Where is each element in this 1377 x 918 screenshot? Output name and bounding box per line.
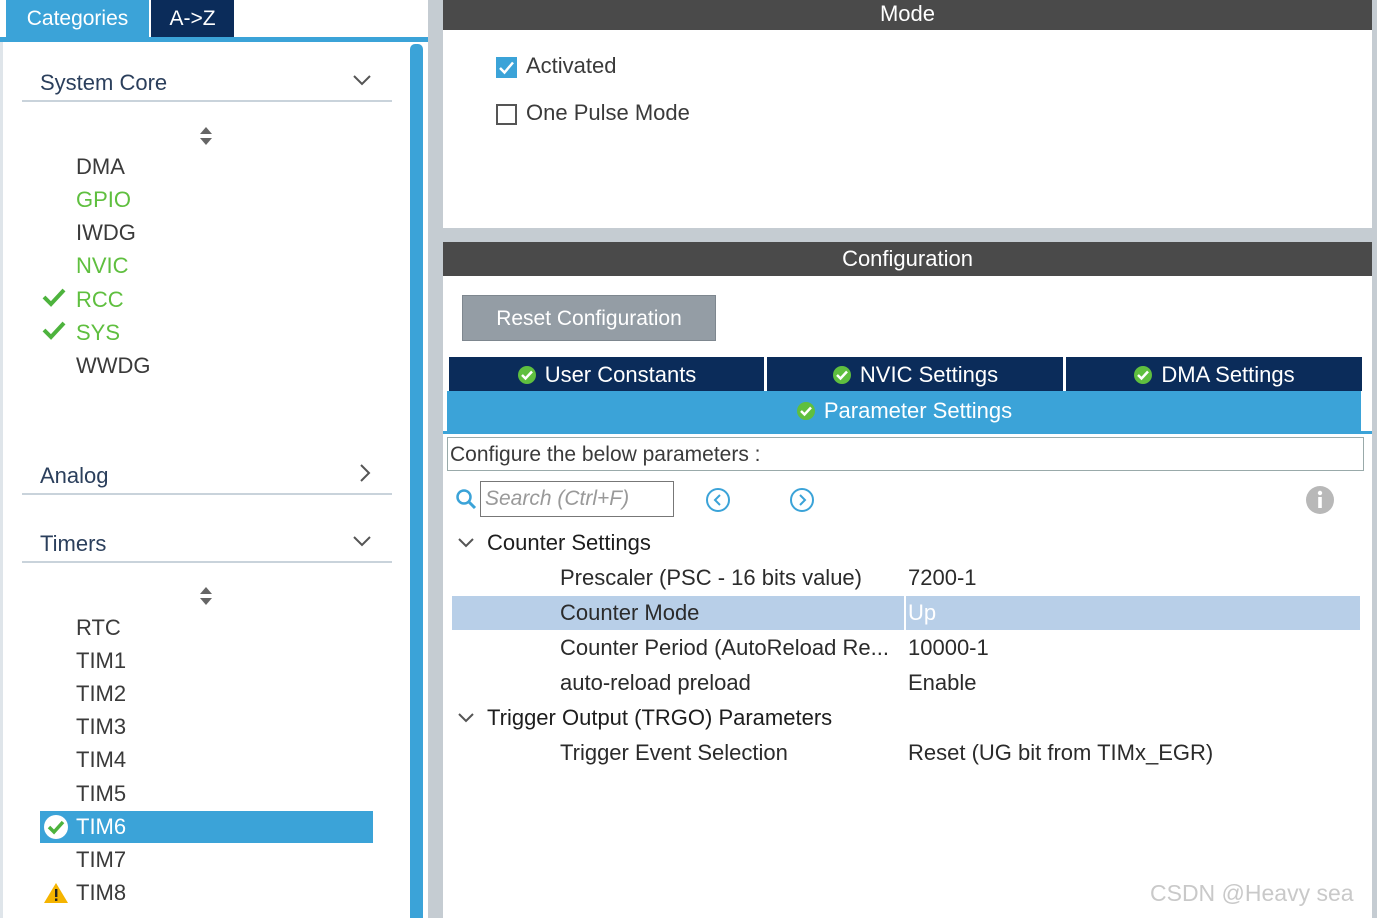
list-item-nvic[interactable]: NVIC (76, 251, 129, 281)
tab-label: Parameter Settings (823, 398, 1013, 423)
list-item-tim4[interactable]: TIM4 (76, 745, 126, 775)
activated-label: Activated (526, 53, 617, 78)
tab-categories[interactable]: Categories (6, 0, 149, 37)
warning-icon (43, 881, 69, 905)
check-circle-icon (517, 366, 536, 384)
param-value[interactable]: Up (908, 596, 936, 630)
panel-border (0, 42, 3, 918)
group-label: Counter Settings (487, 530, 651, 555)
list-item-iwdg[interactable]: IWDG (76, 218, 136, 248)
param-value[interactable]: Enable (908, 666, 977, 700)
tab-user-constants[interactable]: User Constants (449, 357, 764, 391)
tab-label: NVIC Settings (859, 362, 999, 387)
tab-dma-settings[interactable]: DMA Settings (1066, 357, 1362, 391)
param-row[interactable]: Prescaler (PSC - 16 bits value) 7200-1 (452, 561, 1360, 595)
column-divider (904, 596, 906, 630)
check-circle-icon (1134, 366, 1153, 384)
section-system-core[interactable]: System Core (22, 68, 392, 102)
check-circle-icon (796, 402, 815, 420)
check-icon (42, 287, 66, 317)
section-label: Timers (40, 531, 107, 556)
list-item-rcc[interactable]: RCC (76, 285, 124, 315)
chevron-down-icon (458, 713, 474, 723)
param-row[interactable]: Trigger Event Selection Reset (UG bit fr… (452, 736, 1360, 770)
mode-header: Mode (443, 0, 1372, 30)
scrollbar[interactable] (410, 44, 423, 918)
list-item-tim1[interactable]: TIM1 (76, 646, 126, 676)
param-name: Counter Mode (560, 600, 700, 625)
sort-icon[interactable] (196, 586, 216, 607)
list-item-gpio[interactable]: GPIO (76, 185, 131, 215)
next-icon[interactable] (789, 487, 815, 513)
param-name: auto-reload preload (560, 670, 751, 695)
param-row-selected[interactable]: Counter Mode Up (452, 596, 1360, 630)
search-icon (455, 488, 477, 510)
sort-icon[interactable] (196, 126, 216, 147)
list-item-tim3[interactable]: TIM3 (76, 712, 126, 742)
param-value[interactable]: 7200-1 (908, 561, 977, 595)
section-timers[interactable]: Timers (22, 529, 392, 563)
section-label: Analog (40, 463, 109, 488)
description-text: Configure the below parameters : (447, 437, 1364, 471)
check-circle-icon (42, 813, 70, 841)
list-item-rtc[interactable]: RTC (76, 613, 121, 643)
param-row[interactable]: auto-reload preload Enable (452, 666, 1360, 700)
tab-a-z[interactable]: A->Z (151, 0, 234, 37)
param-name: Counter Period (AutoReload Re... (560, 635, 889, 660)
splitter[interactable] (443, 228, 1372, 242)
chevron-down-icon (352, 70, 372, 93)
search-input[interactable]: Search (Ctrl+F) (480, 481, 674, 517)
param-value[interactable]: 10000-1 (908, 631, 989, 665)
activated-checkbox[interactable] (496, 57, 517, 78)
tab-label: DMA Settings (1161, 362, 1295, 387)
param-name: Prescaler (PSC - 16 bits value) (560, 565, 862, 590)
panel-edge (1372, 0, 1377, 918)
param-row[interactable]: Counter Period (AutoReload Re... 10000-1 (452, 631, 1360, 665)
param-name: Trigger Event Selection (560, 740, 788, 765)
categories-panel: Categories A->Z System Core DMA GPIO IWD… (0, 0, 428, 918)
tab-underline (0, 37, 428, 42)
list-item-tim8[interactable]: TIM8 (76, 878, 126, 908)
list-item-dma[interactable]: DMA (76, 152, 125, 182)
panel-divider[interactable] (428, 0, 443, 918)
chevron-right-icon (358, 463, 372, 489)
check-icon (42, 320, 66, 350)
tab-label: User Constants (544, 362, 697, 387)
configuration-header: Configuration (443, 242, 1372, 276)
check-circle-icon (832, 366, 851, 384)
section-label: System Core (40, 70, 168, 95)
tab-underline (443, 431, 1372, 434)
chevron-down-icon (458, 538, 474, 548)
info-icon[interactable] (1305, 485, 1335, 515)
tab-nvic-settings[interactable]: NVIC Settings (767, 357, 1063, 391)
group-label: Trigger Output (TRGO) Parameters (487, 705, 833, 730)
list-item-tim2[interactable]: TIM2 (76, 679, 126, 709)
list-item-wwdg[interactable]: WWDG (76, 351, 151, 381)
reset-configuration-button[interactable]: Reset Configuration (462, 295, 716, 341)
list-item-sys[interactable]: SYS (76, 318, 120, 348)
one-pulse-mode-label: One Pulse Mode (526, 100, 690, 125)
chevron-down-icon (352, 531, 372, 554)
list-item-tim6[interactable]: TIM6 (76, 812, 126, 842)
tab-parameter-settings[interactable]: Parameter Settings (447, 391, 1361, 431)
previous-icon[interactable] (705, 487, 731, 513)
one-pulse-mode-checkbox[interactable] (496, 104, 517, 125)
section-analog[interactable]: Analog (22, 461, 392, 495)
param-value[interactable]: Reset (UG bit from TIMx_EGR) (908, 736, 1213, 770)
list-item-tim7[interactable]: TIM7 (76, 845, 126, 875)
watermark: CSDN @Heavy sea (1150, 880, 1354, 906)
list-item-tim5[interactable]: TIM5 (76, 779, 126, 809)
